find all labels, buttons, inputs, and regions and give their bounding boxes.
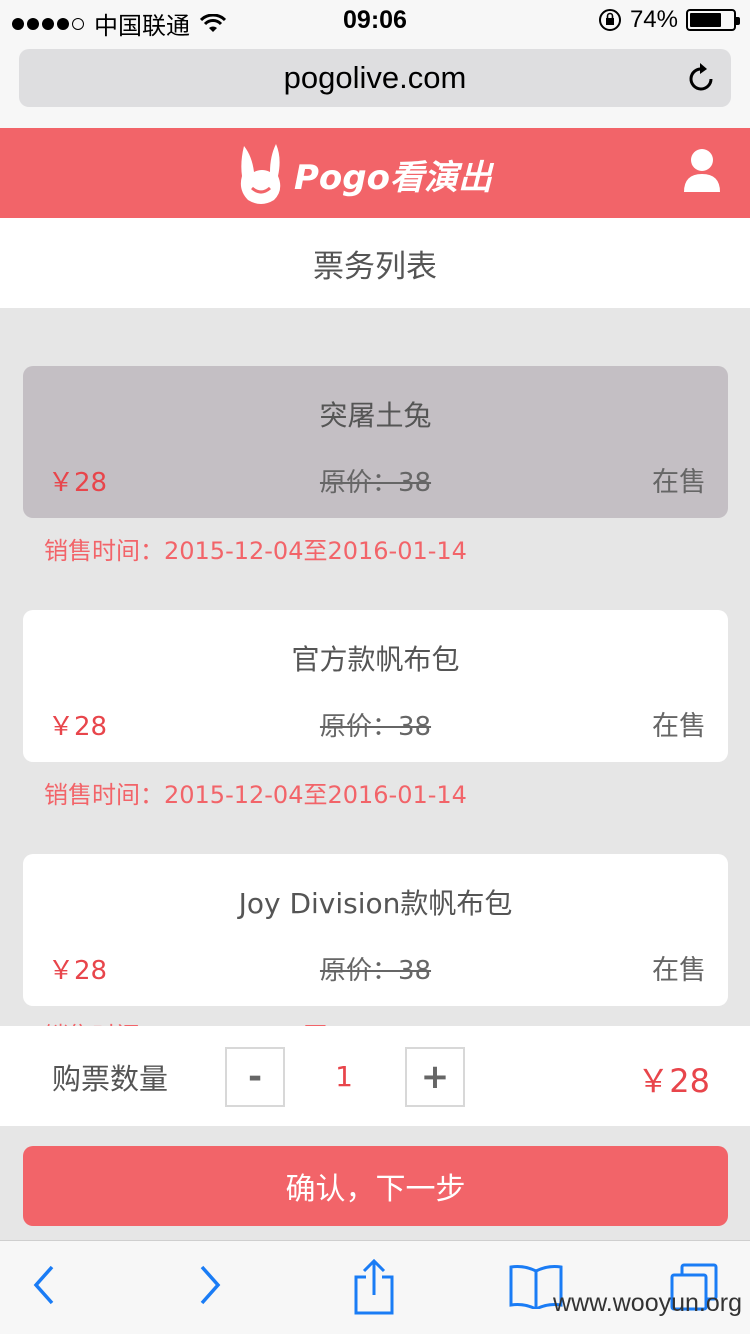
ticket-card[interactable]: 官方款帆布包 ￥28 原价：38 在售 — [23, 610, 728, 762]
ticket-original-price: 原价：38 — [319, 712, 432, 742]
share-icon[interactable] — [352, 1259, 396, 1315]
ticket-original-price: 原价：38 — [319, 468, 432, 498]
sale-time: 销售时间：2015-12-04至2016-01-14 — [44, 537, 467, 565]
ticket-status: 在售 — [652, 711, 706, 742]
ticket-card[interactable]: 突屠土兔 ￥28 原价：38 在售 — [23, 366, 728, 518]
ticket-original-price: 原价：38 — [319, 956, 432, 986]
sale-time: 销售时间：2015-12-04至2016-01-14 — [44, 781, 467, 809]
quantity-label: 购票数量 — [52, 1062, 169, 1096]
ticket-status: 在售 — [652, 955, 706, 986]
back-icon[interactable] — [30, 1263, 56, 1307]
forward-icon[interactable] — [198, 1263, 224, 1307]
ticket-name: Joy Division款帆布包 — [238, 887, 513, 920]
battery-percent: 74% — [629, 6, 678, 33]
status-bar: 中国联通 09:06 74% — [0, 0, 750, 40]
app-header: Pogo看演出 — [0, 128, 750, 218]
address-bar[interactable]: pogolive.com — [19, 49, 731, 107]
url-text: pogolive.com — [283, 60, 467, 95]
page-title: 票务列表 — [0, 218, 750, 308]
total-price: ￥28 — [637, 1062, 710, 1100]
rotation-lock-icon — [598, 9, 621, 31]
browser-toolbar: www.wooyun.org — [0, 1240, 750, 1334]
status-right: 74% — [598, 6, 740, 34]
rabbit-logo-icon — [240, 144, 281, 204]
browser-address-area: pogolive.com — [0, 40, 750, 128]
quantity-minus-button[interactable]: - — [225, 1047, 285, 1107]
ticket-name: 突屠土兔 — [319, 399, 432, 432]
confirm-next-button[interactable]: 确认，下一步 — [23, 1146, 728, 1226]
ticket-name: 官方款帆布包 — [291, 643, 460, 676]
pogo-logo[interactable]: Pogo看演出 — [236, 142, 492, 206]
user-icon[interactable] — [682, 148, 722, 192]
battery-icon — [686, 9, 740, 31]
ticket-status: 在售 — [652, 467, 706, 498]
quantity-bar: 购票数量 - 1 + ￥28 — [0, 1026, 750, 1126]
quantity-value: 1 — [335, 1060, 353, 1093]
ticket-card[interactable]: Joy Division款帆布包 ￥28 原价：38 在售 — [23, 854, 728, 1006]
logo-text: Pogo看演出 — [294, 157, 492, 198]
watermark-text: www.wooyun.org — [553, 1289, 742, 1317]
reload-icon[interactable] — [687, 61, 717, 93]
quantity-plus-button[interactable]: + — [405, 1047, 465, 1107]
